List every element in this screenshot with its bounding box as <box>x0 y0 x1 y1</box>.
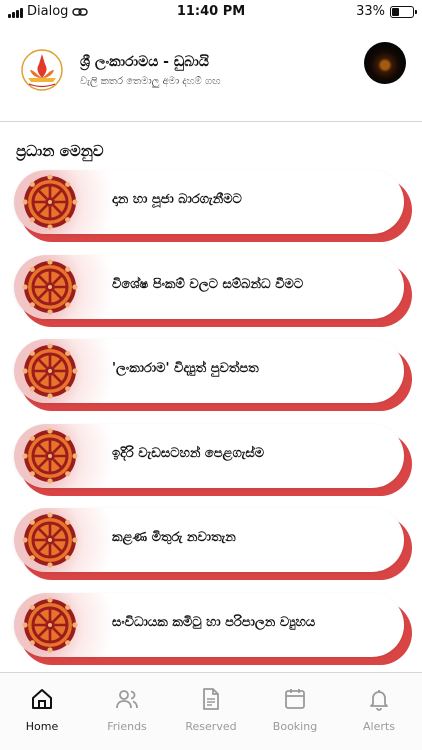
menu-item-body: විශේෂ පිංකම් වලට සම්බන්ධ වීමට <box>14 254 404 319</box>
tab-booking[interactable]: Booking <box>253 687 337 739</box>
tab-friends[interactable]: Friends <box>85 687 169 739</box>
home-icon <box>32 689 52 709</box>
menu-item-label: විශේෂ පිංකම් වලට සම්බන්ධ වීමට <box>112 276 304 292</box>
tab-reserved-label: Reserved <box>185 720 237 733</box>
tab-alerts-label: Alerts <box>363 720 395 733</box>
status-right: 33% <box>356 4 417 19</box>
friends-icon <box>116 690 138 709</box>
menu-item-label: කළණ මිතුරු නවාතැන <box>112 530 236 545</box>
tab-home[interactable]: Home <box>0 687 84 739</box>
header-divider <box>0 121 422 122</box>
menu-item-label: දාන හා පූජා බාරගැනීමට <box>112 192 242 207</box>
menu-item-body: 'ලංකාරාම' විද්‍යුත් පුවත්පත <box>14 339 404 403</box>
tab-booking-label: Booking <box>272 720 318 733</box>
menu-item[interactable]: 'ලංකාරාම' විද්‍යුත් පුවත්පත <box>14 339 412 411</box>
battery-percent: 33% <box>356 4 385 19</box>
dharma-wheel-icon <box>22 427 78 484</box>
menu-item-label: ඉදිරි වැඩසටහන් පෙළගැස්ම <box>112 445 265 461</box>
status-bar: Dialog 11:40 PM 33% <box>0 0 422 26</box>
app-title: ශ්‍රී ලංකාරාමය - ඩුබායි <box>80 54 209 70</box>
menu-item[interactable]: විශේෂ පිංකම් වලට සම්බන්ධ වීමට <box>14 254 412 327</box>
menu-item-label: සංවිධායක කමිටු හා පරිපාලන ව්‍යුහය <box>112 614 316 630</box>
calendar-icon <box>285 689 305 709</box>
menu-item[interactable]: ඉදිරි වැඩසටහන් පෙළගැස්ම <box>14 423 412 496</box>
tab-home-label: Home <box>25 720 59 733</box>
battery-icon <box>390 5 417 18</box>
dharma-wheel-icon <box>22 174 78 230</box>
temple-lotus-logo-icon <box>21 49 63 91</box>
dharma-wheel-icon <box>22 343 78 399</box>
bottom-tab-bar: Home Friends Reserved Booking Alerts <box>0 672 422 750</box>
user-avatar[interactable] <box>364 42 406 84</box>
dharma-wheel-icon <box>22 258 78 315</box>
menu-item[interactable]: කළණ මිතුරු නවාතැන <box>14 508 412 580</box>
menu-item-body: සංවිධායක කමිටු හා පරිපාලන ව්‍යුහය <box>14 592 404 657</box>
menu-item-body: ඉදිරි වැඩසටහන් පෙළගැස්ම <box>14 423 404 488</box>
tab-friends-label: Friends <box>107 720 147 733</box>
dharma-wheel-icon <box>22 596 78 653</box>
app-subtitle: වැලි කතර තෙමාලු අමා දහම් ගඟ <box>80 76 221 87</box>
menu-item[interactable]: සංවිධායක කමිටු හා පරිපාලන ව්‍යුහය <box>14 592 412 665</box>
menu-item[interactable]: දාන හා පූජා බාරගැනීමට <box>14 170 412 242</box>
app-header: ශ්‍රී ලංකාරාමය - ඩුබායි වැලි කතර තෙමාලු … <box>0 36 422 122</box>
menu-item-body: දාන හා පූජා බාරගැනීමට <box>14 170 404 234</box>
dharma-wheel-icon <box>22 512 78 568</box>
tab-alerts[interactable]: Alerts <box>337 687 421 739</box>
document-icon <box>203 688 219 710</box>
tab-reserved[interactable]: Reserved <box>169 687 253 739</box>
menu-item-body: කළණ මිතුරු නවාතැන <box>14 508 404 572</box>
bell-icon <box>370 690 388 711</box>
menu-item-label: 'ලංකාරාම' විද්‍යුත් පුවත්පත <box>112 361 259 376</box>
section-title: ප්‍රධාන මෙනුව <box>16 142 104 160</box>
